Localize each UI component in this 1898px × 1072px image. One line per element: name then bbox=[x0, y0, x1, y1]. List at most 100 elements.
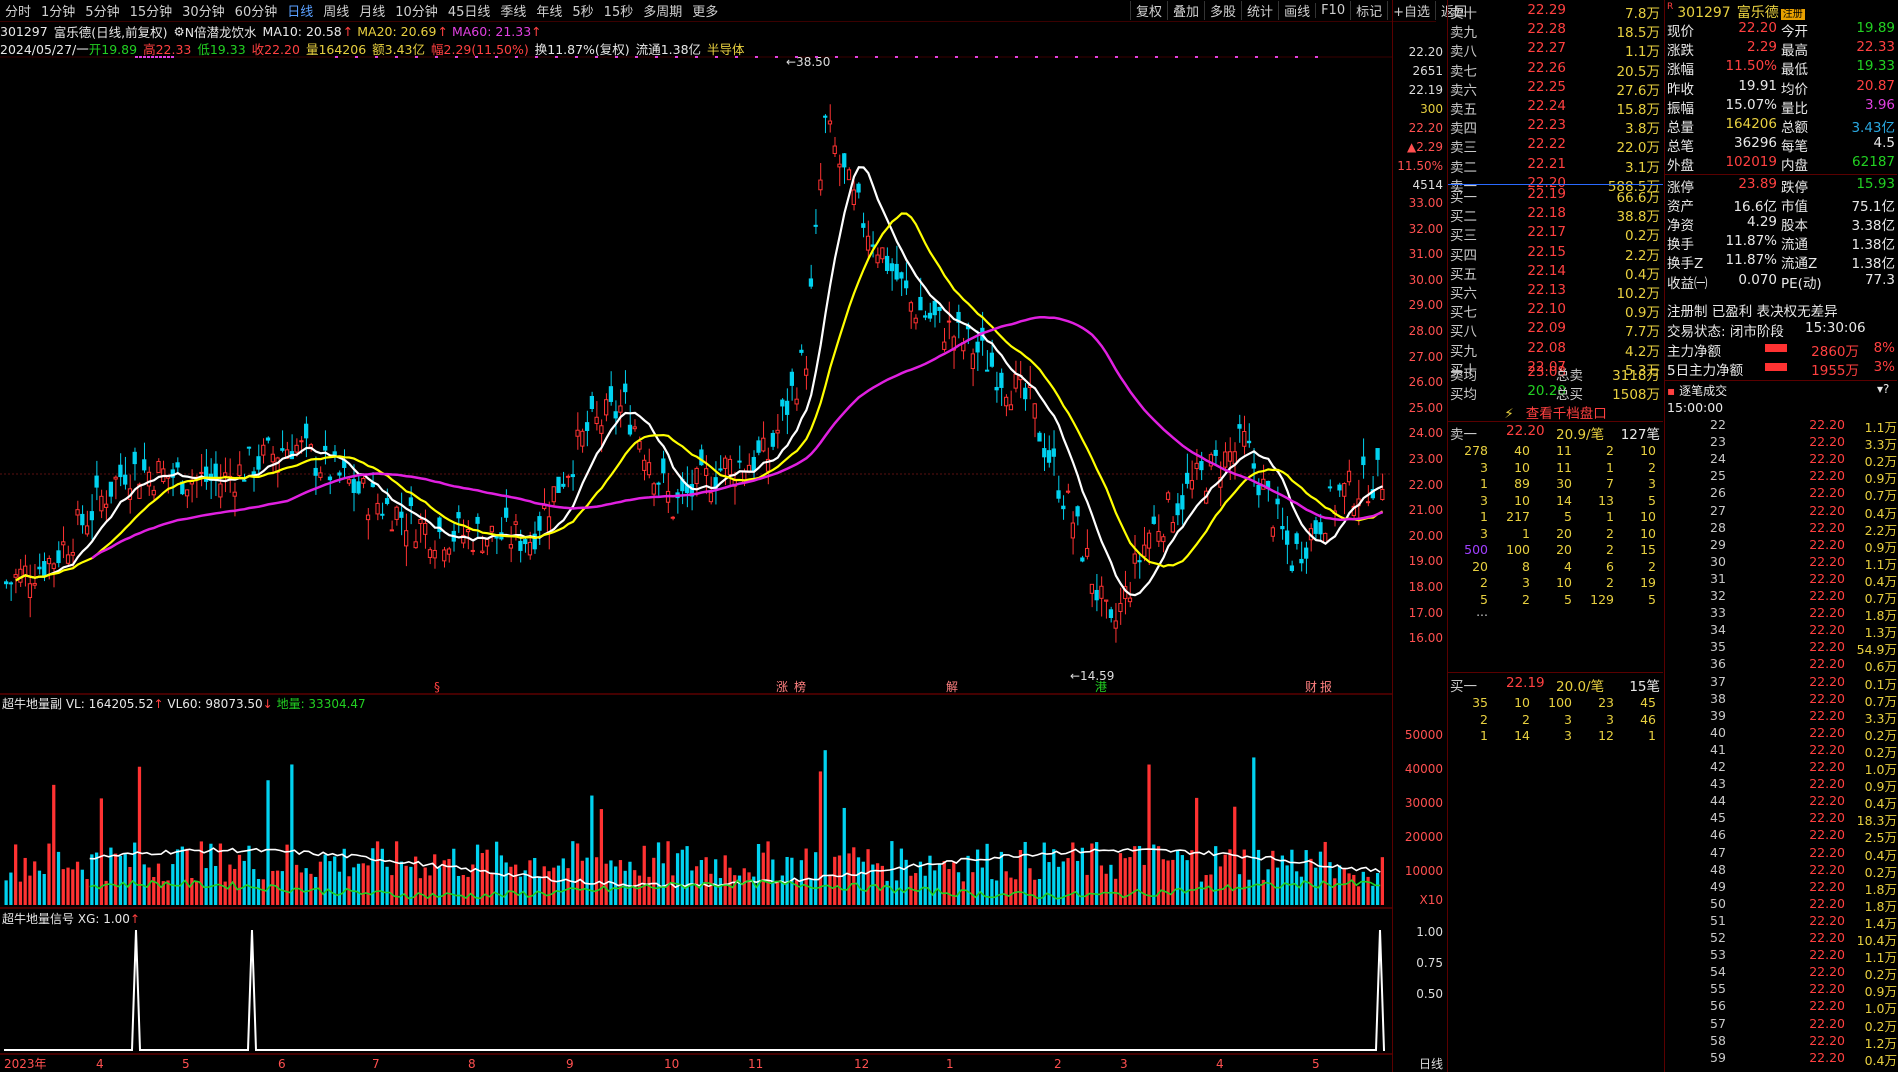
order-row[interactable]: 买七 22.10 0.9万 bbox=[1448, 301, 1663, 321]
candle-body bbox=[808, 278, 814, 287]
order-row[interactable]: 卖二 22.21 3.1万 bbox=[1448, 156, 1663, 176]
order-volume: 7.8万 bbox=[1625, 6, 1660, 22]
tick-time: 32 bbox=[1710, 588, 1726, 603]
signal-dot bbox=[895, 56, 898, 58]
ma20-line bbox=[15, 212, 1384, 582]
candle-body bbox=[1246, 440, 1252, 444]
volume-bar bbox=[337, 871, 342, 905]
event-tag-0: § bbox=[434, 680, 440, 694]
volume-bar bbox=[504, 862, 508, 905]
quote-field-label: 流通Z bbox=[1781, 256, 1818, 273]
tick-price: 22.20 bbox=[1809, 930, 1845, 945]
x-label-5: 8 bbox=[468, 1057, 476, 1071]
candle-body bbox=[608, 386, 614, 402]
order-row[interactable]: 买五 22.14 0.4万 bbox=[1448, 263, 1663, 283]
tick-row: 50 22.20 1.8万 bbox=[1665, 895, 1897, 914]
candle-body bbox=[1180, 495, 1185, 510]
order-row[interactable]: 卖七 22.26 20.5万 bbox=[1448, 60, 1663, 80]
tick-row: 31 22.20 0.4万 bbox=[1665, 571, 1897, 589]
tick-row: 35 22.20 54.9万 bbox=[1665, 639, 1897, 657]
tick-time: 45 bbox=[1710, 810, 1726, 826]
tick-time: 44 bbox=[1710, 793, 1726, 809]
volume-bar bbox=[709, 873, 713, 905]
order-price: 22.18 bbox=[1527, 205, 1566, 222]
tick-time: 50 bbox=[1710, 895, 1726, 911]
candle-body bbox=[546, 516, 552, 533]
tick-price: 22.20 bbox=[1809, 656, 1845, 672]
candle-body bbox=[504, 507, 509, 518]
candle-body bbox=[394, 506, 399, 520]
tick-price: 22.20 bbox=[1809, 434, 1845, 450]
volume-bar bbox=[995, 880, 999, 905]
order-row[interactable]: 卖五 22.24 15.8万 bbox=[1448, 98, 1663, 118]
main-flow-row[interactable]: 主力净额 2860万 8% bbox=[1665, 340, 1897, 360]
sig-panel-header: 超牛地量信号 XG: 1.00↑ bbox=[2, 910, 140, 927]
candle-body bbox=[1304, 547, 1309, 559]
ticks-divider bbox=[1665, 380, 1897, 381]
order-row[interactable]: 买八 22.09 7.7万 bbox=[1448, 320, 1663, 340]
tick-price: 22.20 bbox=[1809, 468, 1845, 484]
order-row[interactable]: 买四 22.15 2.2万 bbox=[1448, 244, 1663, 264]
volume-bar bbox=[47, 843, 51, 905]
order-row[interactable]: 买九 22.08 4.2万 bbox=[1448, 340, 1663, 360]
volume-bar bbox=[814, 852, 818, 905]
x-label-12: 3 bbox=[1120, 1057, 1128, 1071]
volume-bar bbox=[599, 809, 604, 905]
candle-body bbox=[623, 383, 628, 393]
order-row[interactable]: 卖三 22.22 22.0万 bbox=[1448, 136, 1663, 156]
signal-dot bbox=[515, 56, 518, 58]
order-row[interactable]: 买二 22.18 38.8万 bbox=[1448, 205, 1663, 225]
price-tick-14: 19.00 bbox=[1408, 554, 1443, 569]
tick-row: 48 22.20 0.2万 bbox=[1665, 862, 1897, 880]
queue-cell: 10 bbox=[1640, 443, 1656, 458]
order-row[interactable]: 买六 22.13 10.2万 bbox=[1448, 282, 1663, 302]
flow-bar bbox=[1765, 344, 1787, 352]
candle-body bbox=[556, 476, 561, 493]
order-row[interactable]: 卖四 22.23 3.8万 bbox=[1448, 117, 1663, 137]
sig-tick-1: 0.75 bbox=[1416, 956, 1443, 970]
order-row[interactable]: 买一 22.19 66.6万 bbox=[1448, 186, 1663, 206]
tick-row: 47 22.20 0.4万 bbox=[1665, 845, 1897, 863]
order-row[interactable]: 买三 22.17 0.2万 bbox=[1448, 224, 1663, 244]
order-row[interactable]: 卖六 22.25 27.6万 bbox=[1448, 79, 1663, 99]
candle-body bbox=[818, 179, 823, 191]
tick-row: 36 22.20 0.6万 bbox=[1665, 656, 1897, 674]
candle-body bbox=[256, 456, 261, 470]
volume-bar bbox=[542, 866, 546, 905]
order-row[interactable]: 卖八 22.27 1.1万 bbox=[1448, 40, 1663, 60]
main-flow-row[interactable]: 5日主力净额 1955万 3% bbox=[1665, 359, 1897, 379]
queue-cell: 500 bbox=[1464, 542, 1488, 557]
x-label-13: 4 bbox=[1216, 1057, 1224, 1071]
signal-dot bbox=[595, 56, 598, 58]
event-tag-4: 港 bbox=[1095, 680, 1107, 694]
signal-dot bbox=[695, 56, 698, 58]
x-label-0: 2023年 bbox=[4, 1057, 47, 1071]
depth-link[interactable]: ⚡ 查看千档盘口 bbox=[1448, 402, 1663, 422]
candle-body bbox=[1170, 522, 1175, 533]
tick-price: 22.20 bbox=[1809, 707, 1845, 723]
volume-bar bbox=[271, 870, 275, 905]
volume-bar bbox=[899, 848, 904, 905]
signal-dot bbox=[1035, 56, 1038, 58]
queue-cell: 40 bbox=[1514, 443, 1530, 458]
volume-bar bbox=[666, 841, 670, 905]
chart-canvas[interactable]: ←38.50←14.59§ 涨榜解港财报2023年 4 5 6 7 8 9 10 11 12 1 2 3 4… bbox=[0, 0, 1392, 1072]
candle-body bbox=[65, 554, 71, 564]
candle-body bbox=[899, 272, 904, 279]
tick-price: 22.20 bbox=[1809, 451, 1845, 467]
volume-bar bbox=[628, 861, 632, 905]
candle-body bbox=[780, 399, 785, 407]
queue-cell: 2 bbox=[1606, 575, 1614, 590]
order-row[interactable]: 卖十 22.29 7.8万 bbox=[1448, 2, 1663, 22]
order-price: 22.28 bbox=[1527, 21, 1566, 38]
tick-row: 37 22.20 0.1万 bbox=[1665, 674, 1897, 692]
volume-bar bbox=[847, 853, 851, 905]
ticks-menu-icon[interactable]: ▾? bbox=[1877, 382, 1889, 396]
order-row[interactable]: 卖九 22.28 18.5万 bbox=[1448, 21, 1663, 41]
tick-price: 22.20 bbox=[1809, 690, 1845, 706]
volume-bar bbox=[1066, 858, 1070, 905]
candle-body bbox=[361, 477, 366, 484]
ticks-title: ▪ 逐笔成交 bbox=[1667, 382, 1727, 399]
volume-bar bbox=[737, 875, 742, 905]
volume-bar bbox=[885, 880, 889, 905]
